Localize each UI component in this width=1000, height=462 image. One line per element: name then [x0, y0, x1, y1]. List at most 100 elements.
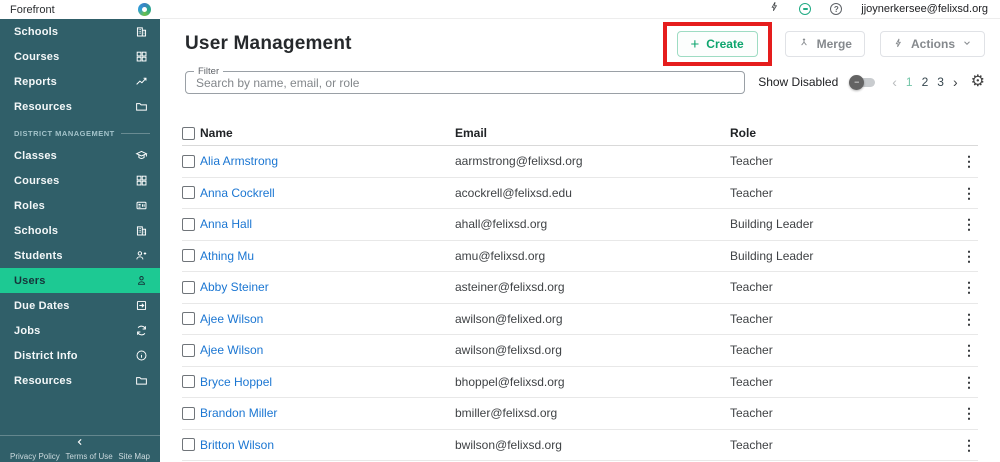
sidebar-item-reports[interactable]: Reports: [0, 69, 160, 94]
building-icon: [135, 224, 148, 237]
badge-icon: [135, 199, 148, 212]
plus-icon: +: [691, 37, 700, 52]
sidebar-footer: Privacy Policy Terms of Use Site Map: [0, 435, 160, 462]
sidebar-item-classes[interactable]: Classes: [0, 143, 160, 168]
lightning-icon[interactable]: [769, 0, 780, 18]
table-row: Alia Armstrong aarmstrong@felixsd.org Te…: [182, 146, 978, 178]
help-icon[interactable]: ?: [830, 3, 842, 15]
privacy-policy-link[interactable]: Privacy Policy: [10, 452, 60, 462]
user-name-link[interactable]: Bryce Hoppel: [200, 375, 455, 389]
row-menu-icon[interactable]: ⋮: [962, 154, 978, 168]
sidebar-item-roles[interactable]: Roles: [0, 193, 160, 218]
table-row: Athing Mu amu@felixsd.org Building Leade…: [182, 241, 978, 273]
row-menu-icon[interactable]: ⋮: [962, 217, 978, 231]
sidebar-item-jobs[interactable]: Jobs: [0, 318, 160, 343]
sidebar-item-label: Courses: [14, 51, 59, 63]
row-checkbox[interactable]: [182, 312, 195, 325]
column-header-name[interactable]: Name: [200, 126, 455, 140]
chart-icon: [135, 75, 148, 88]
next-page-icon[interactable]: ›: [953, 75, 958, 89]
user-name-link[interactable]: Britton Wilson: [200, 438, 455, 452]
page-header: User Management + Create Merge Actions: [160, 19, 1000, 63]
sidebar-item-label: Classes: [14, 150, 57, 162]
sidebar-item-due-dates[interactable]: Due Dates: [0, 293, 160, 318]
collapse-sidebar-button[interactable]: [0, 435, 160, 452]
filter-field-label: Filter: [194, 66, 223, 77]
sidebar-item-users[interactable]: Users: [0, 268, 160, 293]
user-name-link[interactable]: Ajee Wilson: [200, 312, 455, 326]
row-menu-icon[interactable]: ⋮: [962, 312, 978, 326]
actions-button[interactable]: Actions: [880, 31, 985, 57]
user-role: Teacher: [730, 406, 958, 420]
history-icon[interactable]: [799, 3, 811, 15]
filter-search-input[interactable]: [196, 76, 734, 90]
brand-bar: Forefront: [0, 0, 160, 19]
sync-icon: [135, 324, 148, 337]
sidebar-item-resources[interactable]: Resources: [0, 94, 160, 119]
row-checkbox[interactable]: [182, 155, 195, 168]
user-name-link[interactable]: Brandon Miller: [200, 406, 455, 420]
page-title: User Management: [185, 33, 352, 55]
row-checkbox[interactable]: [182, 186, 195, 199]
select-all-checkbox[interactable]: [182, 127, 195, 140]
terms-of-use-link[interactable]: Terms of Use: [66, 452, 113, 462]
row-checkbox[interactable]: [182, 375, 195, 388]
page-1-button[interactable]: 1: [906, 75, 913, 89]
calendar-arrow-icon: [135, 299, 148, 312]
row-menu-icon[interactable]: ⋮: [962, 186, 978, 200]
users-table: Name Email Role Alia Armstrong aarmstron…: [182, 121, 978, 461]
user-name-link[interactable]: Anna Hall: [200, 217, 455, 231]
row-checkbox[interactable]: [182, 218, 195, 231]
row-checkbox[interactable]: [182, 407, 195, 420]
prev-page-icon[interactable]: ‹: [892, 75, 897, 89]
row-checkbox[interactable]: [182, 249, 195, 262]
merge-button-label: Merge: [817, 37, 852, 51]
show-disabled-toggle[interactable]: −: [849, 75, 877, 90]
site-map-link[interactable]: Site Map: [118, 452, 150, 462]
grid-icon: [135, 174, 148, 187]
sidebar-item-label: Schools: [14, 225, 58, 237]
row-menu-icon[interactable]: ⋮: [962, 438, 978, 452]
user-role: Building Leader: [730, 217, 958, 231]
row-menu-icon[interactable]: ⋮: [962, 280, 978, 294]
sidebar-item-students[interactable]: Students: [0, 243, 160, 268]
sidebar-item-resources-district[interactable]: Resources: [0, 368, 160, 393]
sidebar-item-courses-district[interactable]: Courses: [0, 168, 160, 193]
pagination: ‹ 1 2 3 ›: [892, 75, 957, 89]
filter-field[interactable]: Filter: [185, 71, 745, 94]
table-row: Anna Hall ahall@felixsd.org Building Lea…: [182, 209, 978, 241]
user-name-link[interactable]: Anna Cockrell: [200, 186, 455, 200]
sidebar-item-schools[interactable]: Schools: [0, 19, 160, 44]
row-menu-icon[interactable]: ⋮: [962, 249, 978, 263]
filter-row: Filter Show Disabled − ‹ 1 2 3 › ⚙: [185, 71, 985, 99]
gear-icon[interactable]: ⚙: [971, 74, 985, 90]
row-checkbox[interactable]: [182, 438, 195, 451]
page-3-button[interactable]: 3: [937, 75, 944, 89]
user-role: Teacher: [730, 280, 958, 294]
user-name-link[interactable]: Alia Armstrong: [200, 154, 455, 168]
column-header-email[interactable]: Email: [455, 126, 730, 140]
page-2-button[interactable]: 2: [922, 75, 929, 89]
building-icon: [135, 25, 148, 38]
user-email-menu[interactable]: jjoynerkersee@felixsd.org: [861, 3, 988, 15]
user-name-link[interactable]: Abby Steiner: [200, 280, 455, 294]
sidebar-item-label: Roles: [14, 200, 45, 212]
row-menu-icon[interactable]: ⋮: [962, 375, 978, 389]
user-role: Teacher: [730, 186, 958, 200]
sidebar: Forefront Schools Courses Reports Resour…: [0, 0, 160, 462]
column-header-role[interactable]: Role: [730, 126, 958, 140]
sidebar-item-label: Due Dates: [14, 300, 70, 312]
table-row: Abby Steiner asteiner@felixsd.org Teache…: [182, 272, 978, 304]
row-checkbox[interactable]: [182, 344, 195, 357]
merge-button[interactable]: Merge: [785, 31, 865, 57]
user-name-link[interactable]: Athing Mu: [200, 249, 455, 263]
sidebar-item-courses[interactable]: Courses: [0, 44, 160, 69]
sidebar-item-schools-district[interactable]: Schools: [0, 218, 160, 243]
user-name-link[interactable]: Ajee Wilson: [200, 343, 455, 357]
user-role: Teacher: [730, 438, 958, 452]
row-menu-icon[interactable]: ⋮: [962, 406, 978, 420]
row-checkbox[interactable]: [182, 281, 195, 294]
create-button[interactable]: + Create: [677, 31, 758, 57]
row-menu-icon[interactable]: ⋮: [962, 343, 978, 357]
sidebar-item-district-info[interactable]: District Info: [0, 343, 160, 368]
